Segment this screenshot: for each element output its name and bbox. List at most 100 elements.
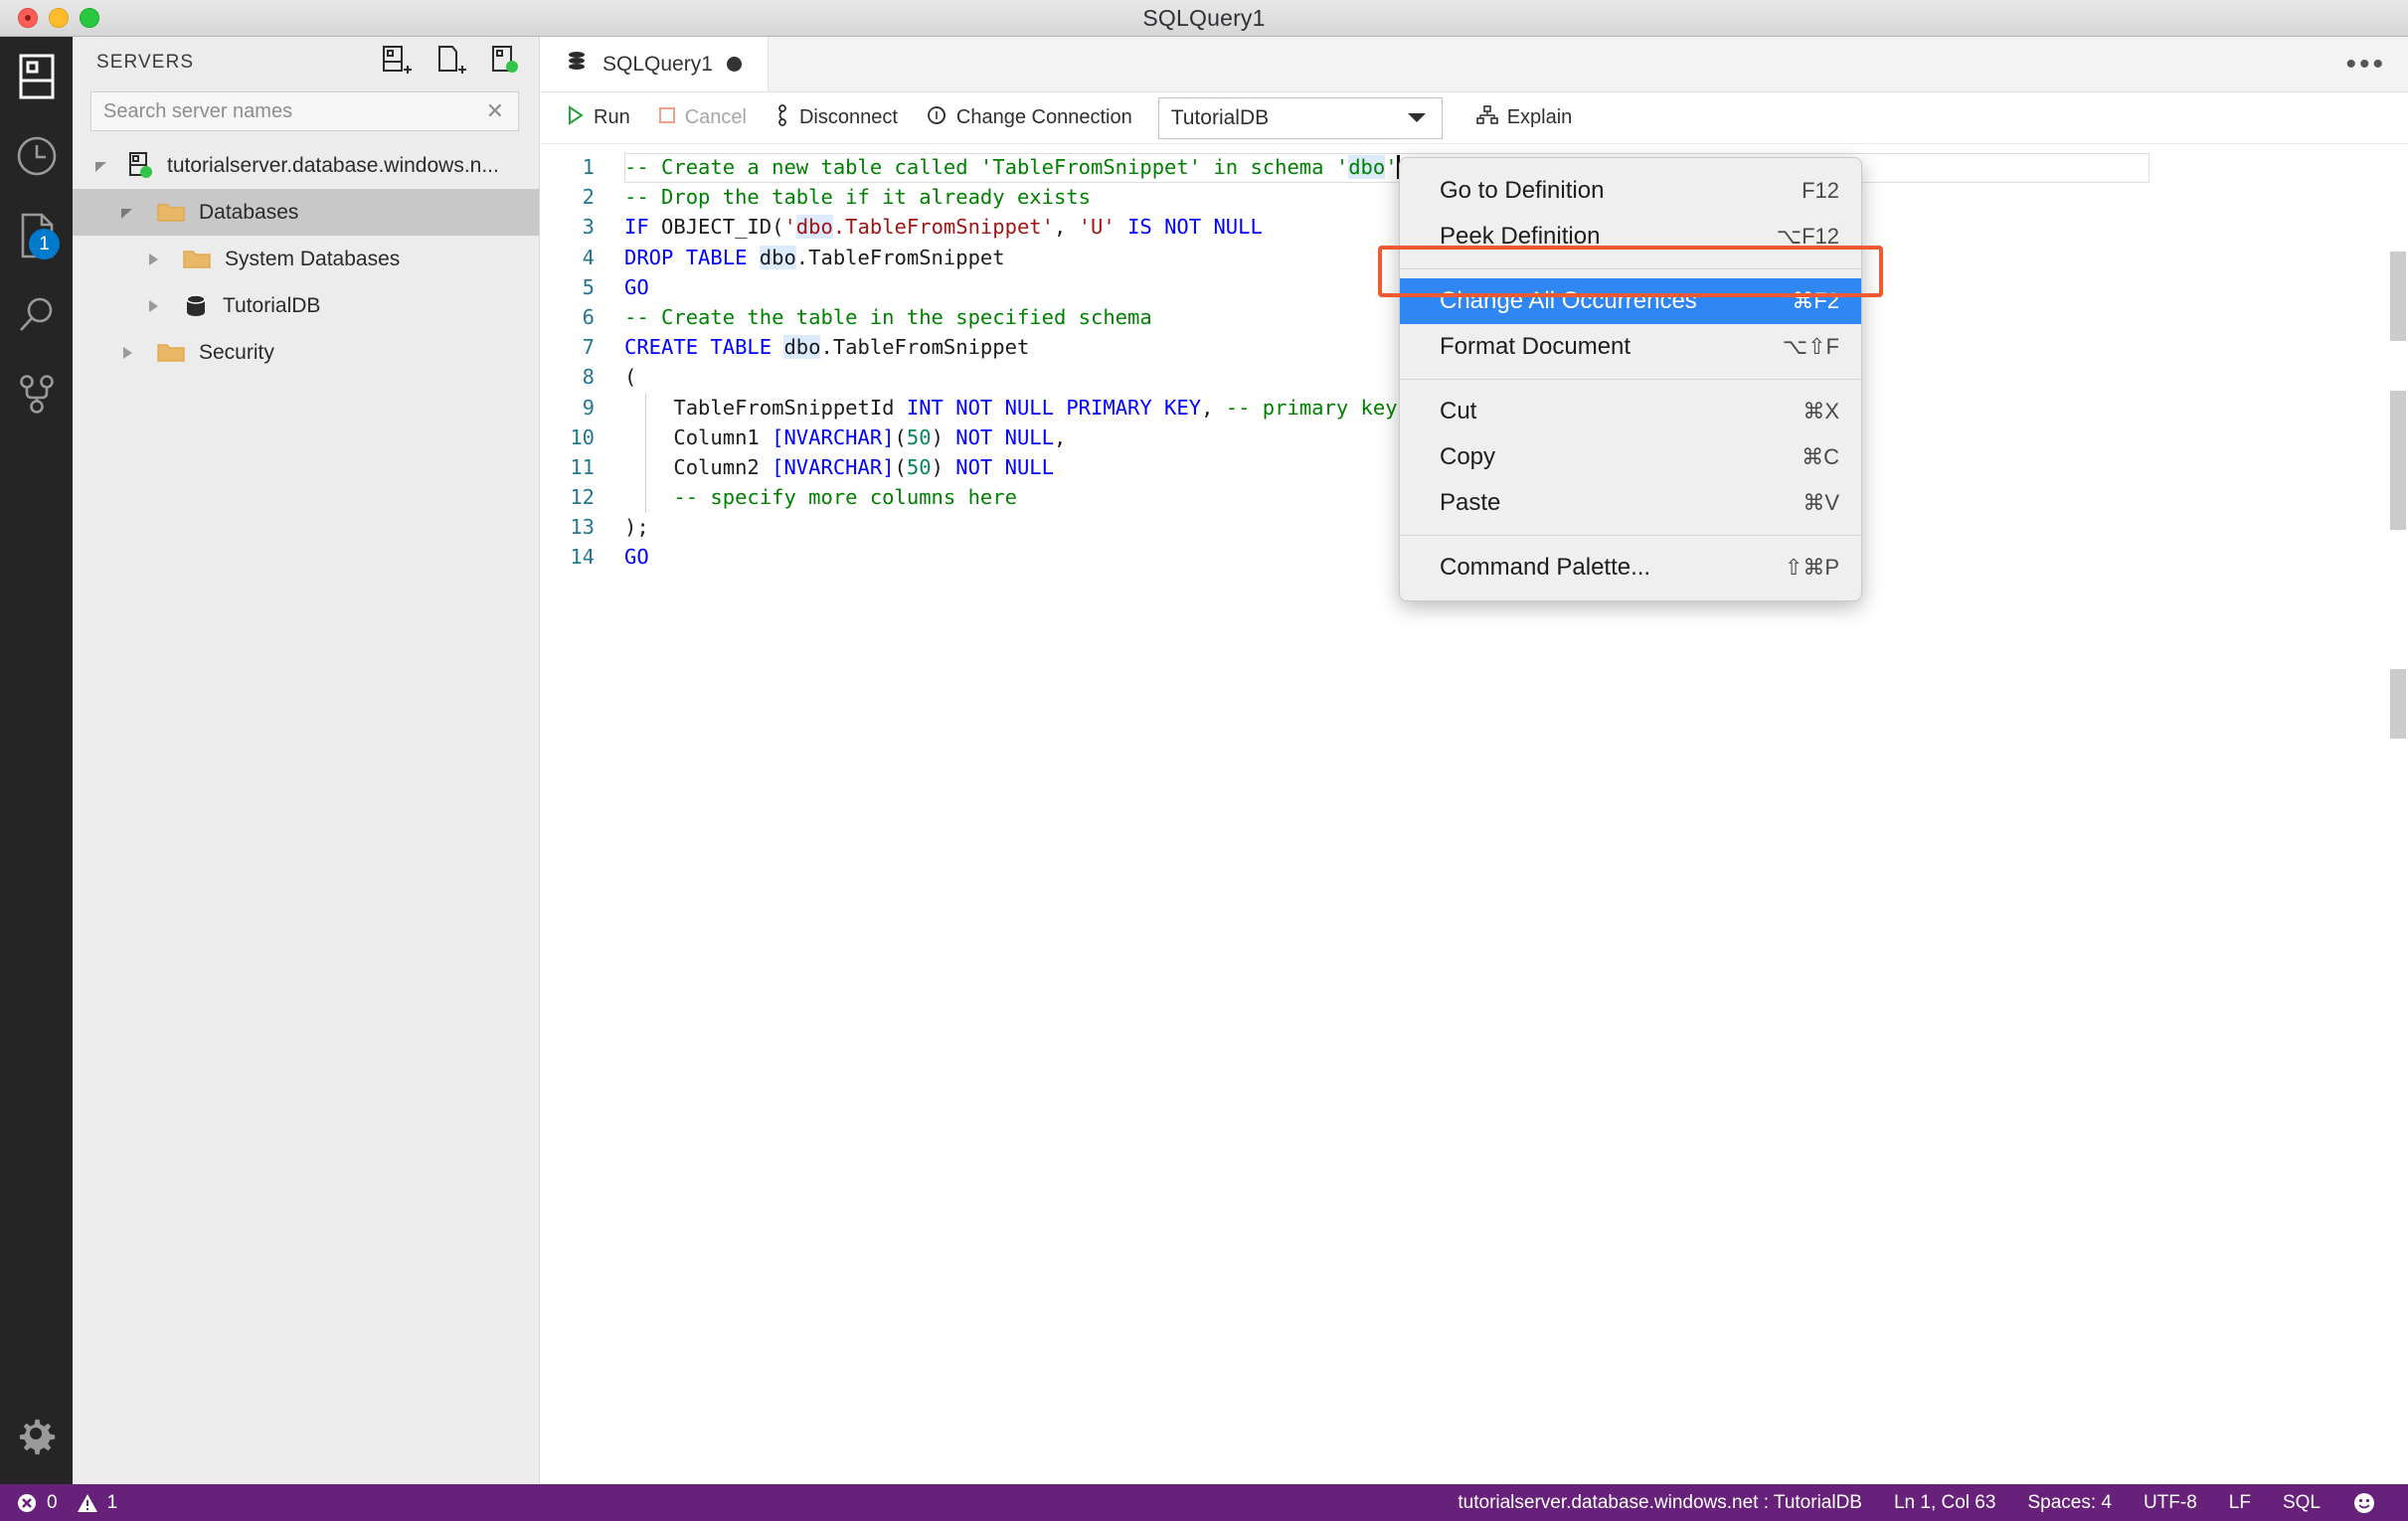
- code-line-text[interactable]: TableFromSnippetId INT NOT NULL PRIMARY …: [616, 393, 1483, 422]
- line-number: 1: [582, 155, 595, 179]
- code-token: IF: [624, 215, 649, 240]
- disconnect-label: Disconnect: [798, 106, 898, 128]
- database-select[interactable]: TutorialDB: [1157, 96, 1443, 139]
- code-line-text[interactable]: -- specify more columns here: [616, 482, 1017, 512]
- code-token: ,: [1054, 424, 1067, 449]
- disconnect-button[interactable]: Disconnect: [761, 98, 912, 138]
- code-token: (: [894, 454, 907, 479]
- chevron-right-icon[interactable]: [114, 344, 140, 362]
- context-menu-item[interactable]: Paste ⌘V: [1400, 480, 1861, 526]
- cancel-button[interactable]: Cancel: [644, 98, 761, 138]
- chevron-right-icon[interactable]: [140, 297, 166, 315]
- server-search-box[interactable]: ✕: [90, 91, 519, 131]
- code-token: -- specify more columns here: [624, 485, 1017, 510]
- code-token: );: [624, 515, 649, 540]
- database-icon: [565, 50, 589, 80]
- chevron-down-icon[interactable]: [88, 157, 114, 175]
- line-number: 8: [582, 365, 595, 390]
- status-language-mode[interactable]: SQL: [2267, 1492, 2336, 1514]
- warning-icon: [77, 1492, 98, 1514]
- clear-search-icon[interactable]: ✕: [482, 100, 508, 122]
- code-token: -- Create a new table called 'TableFromS…: [624, 155, 1349, 179]
- editor-vertical-scrollbar[interactable]: [2386, 252, 2408, 1484]
- code-line-text[interactable]: GO: [616, 542, 649, 572]
- line-number: 4: [582, 245, 595, 269]
- context-menu-item-label: Go to Definition: [1440, 177, 1605, 204]
- explain-icon: [1475, 104, 1498, 132]
- context-menu-item[interactable]: Change All Occurrences ⌘F2: [1400, 278, 1861, 324]
- sidebar-title: SERVERS: [96, 52, 195, 73]
- tree-item-tutorialdb[interactable]: TutorialDB: [73, 282, 539, 329]
- new-query-icon[interactable]: [436, 45, 466, 82]
- context-menu-item[interactable]: Command Palette... ⇧⌘P: [1400, 545, 1861, 591]
- context-menu-item[interactable]: Peek Definition ⌥F12: [1400, 214, 1861, 259]
- folder-icon: [156, 341, 186, 365]
- editor-context-menu[interactable]: Go to Definition F12 Peek Definition ⌥F12 Ch…: [1399, 157, 1862, 601]
- code-line-text[interactable]: Column2 [NVARCHAR](50) NOT NULL: [616, 452, 1054, 482]
- search-input[interactable]: [103, 99, 482, 123]
- editor-actions-more-icon[interactable]: •••: [2345, 37, 2386, 91]
- run-button[interactable]: Run: [553, 98, 644, 138]
- tab-dirty-indicator[interactable]: [726, 57, 742, 72]
- tree-item-databases[interactable]: Databases: [73, 189, 539, 236]
- code-line-text[interactable]: -- Create the table in the specified sch…: [616, 302, 1152, 332]
- line-number: 3: [582, 215, 595, 240]
- context-menu-item-label: Command Palette...: [1440, 554, 1651, 581]
- chevron-down-icon[interactable]: [1406, 106, 1428, 130]
- line-number: 2: [582, 185, 595, 210]
- activity-item-history[interactable]: [0, 116, 73, 196]
- context-menu-item[interactable]: Format Document ⌥⇧F: [1400, 324, 1861, 370]
- code-line-text[interactable]: -- Create a new table called 'TableFromS…: [616, 152, 1400, 182]
- code-line-text[interactable]: GO: [616, 272, 649, 302]
- servers-sidebar: SERVERS ✕: [73, 37, 540, 1484]
- code-line-text[interactable]: -- Drop the table if it already exists: [616, 182, 1091, 212]
- activity-item-source-control[interactable]: [0, 355, 73, 434]
- new-connection-icon[interactable]: [382, 45, 412, 82]
- code-line-text[interactable]: CREATE TABLE dbo.TableFromSnippet: [616, 332, 1029, 362]
- smiley-icon[interactable]: [2336, 1491, 2392, 1515]
- code-line-text[interactable]: (: [616, 362, 636, 392]
- activity-item-search[interactable]: [0, 275, 73, 355]
- tree-item-security[interactable]: Security: [73, 329, 539, 376]
- context-menu-item[interactable]: Cut ⌘X: [1400, 389, 1861, 434]
- line-number: 9: [582, 395, 595, 420]
- status-encoding[interactable]: UTF-8: [2128, 1492, 2213, 1514]
- chevron-right-icon[interactable]: [140, 251, 166, 268]
- code-token: ,: [1201, 395, 1214, 420]
- activity-item-files[interactable]: 1: [0, 196, 73, 275]
- error-icon: [16, 1492, 38, 1514]
- code-token: dbo: [759, 245, 796, 269]
- code-token: 50: [906, 454, 932, 479]
- code-token: GO: [624, 545, 649, 570]
- status-indentation[interactable]: Spaces: 4: [2011, 1492, 2128, 1514]
- code-line-text[interactable]: Column1 [NVARCHAR](50) NOT NULL,: [616, 422, 1066, 452]
- tree-item-label: TutorialDB: [223, 293, 321, 317]
- explain-button[interactable]: Explain: [1462, 98, 1587, 138]
- warning-count: 1: [106, 1491, 118, 1513]
- activity-item-settings[interactable]: [0, 1395, 73, 1474]
- connection-icon: [926, 104, 947, 132]
- status-connection[interactable]: tutorialserver.database.windows.net : Tu…: [1442, 1492, 1878, 1514]
- database-select-value: TutorialDB: [1170, 105, 1270, 129]
- code-token: INT NOT NULL PRIMARY KEY: [906, 395, 1202, 420]
- code-line-text[interactable]: );: [616, 512, 649, 542]
- folder-icon: [156, 201, 186, 225]
- source-control-icon: [15, 373, 59, 417]
- servers-icon: [17, 53, 57, 100]
- status-eol[interactable]: LF: [2213, 1492, 2267, 1514]
- activity-item-servers[interactable]: [0, 37, 73, 116]
- code-line-text[interactable]: IF OBJECT_ID('dbo.TableFromSnippet', 'U'…: [616, 212, 1263, 242]
- tree-item-system-databases[interactable]: System Databases: [73, 236, 539, 282]
- code-line-text[interactable]: DROP TABLE dbo.TableFromSnippet: [616, 243, 1005, 272]
- context-menu-item[interactable]: Go to Definition F12: [1400, 168, 1861, 214]
- context-menu-item[interactable]: Copy ⌘C: [1400, 434, 1861, 480]
- status-cursor-position[interactable]: Ln 1, Col 63: [1878, 1492, 2011, 1514]
- new-server-group-icon[interactable]: [491, 45, 521, 82]
- window-title: SQLQuery1: [1142, 4, 1266, 31]
- change-connection-button[interactable]: Change Connection: [912, 98, 1146, 138]
- tree-item-server[interactable]: tutorialserver.database.windows.n...: [73, 142, 539, 189]
- tab-sqlquery1[interactable]: SQLQuery1: [541, 37, 769, 91]
- chevron-down-icon[interactable]: [114, 204, 140, 222]
- status-problems[interactable]: 0 1: [0, 1492, 117, 1514]
- scrollbar-thumb[interactable]: [2390, 252, 2406, 341]
